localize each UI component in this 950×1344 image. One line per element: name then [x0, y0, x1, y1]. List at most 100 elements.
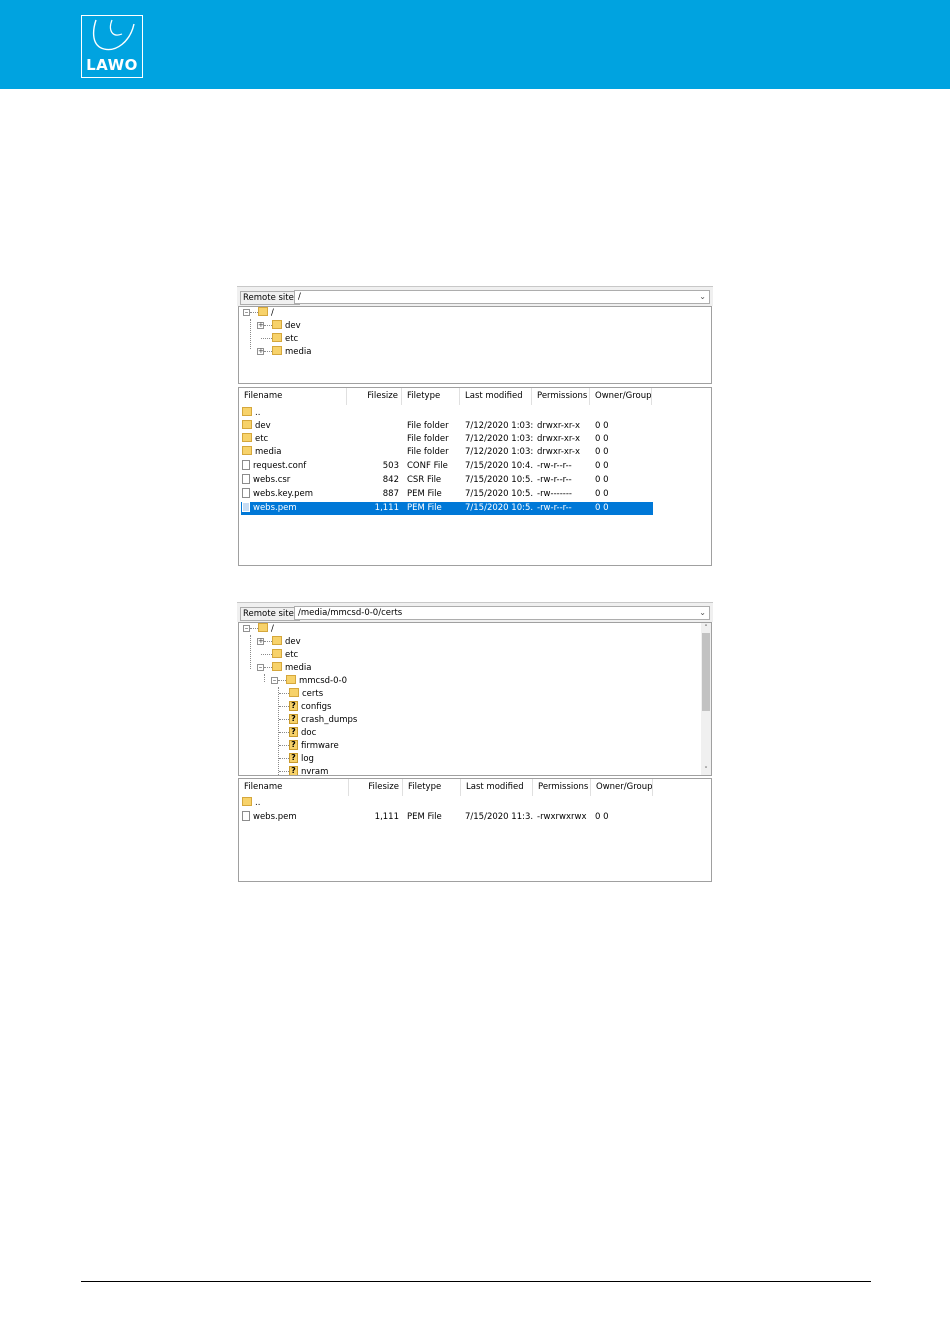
tree-connector: [250, 319, 251, 349]
file-name: request.conf: [253, 461, 307, 471]
tree-node-media[interactable]: – media: [257, 662, 311, 675]
column-header-owner-group[interactable]: Owner/Group: [590, 388, 652, 405]
tree-node-label: etc: [285, 334, 299, 344]
expand-icon[interactable]: +: [257, 348, 264, 355]
table-row[interactable]: media File folder 7/12/2020 1:03:... drw…: [241, 446, 653, 459]
file-name: dev: [255, 421, 271, 431]
column-header-last-modified[interactable]: Last modified: [461, 779, 533, 796]
folder-icon: [242, 433, 252, 442]
tree-node-label: mmcsd-0-0: [299, 676, 348, 686]
table-row[interactable]: webs.key.pem 887 PEM File 7/15/2020 10:5…: [241, 488, 653, 501]
tree-node-root[interactable]: – /: [243, 307, 274, 320]
tree-dots: [279, 771, 289, 772]
tree-node-firmware[interactable]: ? firmware: [279, 739, 339, 753]
tree-node-configs[interactable]: ? configs: [279, 700, 331, 714]
expand-icon[interactable]: +: [257, 322, 264, 329]
table-row-selected[interactable]: webs.pem 1,111 PEM File 7/15/2020 10:5..…: [241, 502, 653, 515]
remote-site-path-value: /media/mmcsd-0-0/certs: [298, 608, 403, 618]
tree-node-label: firmware: [301, 741, 339, 751]
tree-node-media[interactable]: + media: [257, 346, 311, 359]
folder-icon: [272, 636, 282, 645]
file-permissions: -rw-------: [537, 489, 572, 499]
table-row[interactable]: request.conf 503 CONF File 7/15/2020 10:…: [241, 460, 653, 473]
tree-node-etc[interactable]: etc: [261, 649, 298, 662]
tree-node-label: doc: [301, 728, 317, 738]
tree-scrollbar[interactable]: ˄ ˅: [701, 623, 711, 775]
tree-node-doc[interactable]: ? doc: [279, 726, 317, 740]
remote-site-label: Remote site:: [240, 607, 300, 621]
expand-icon[interactable]: +: [257, 638, 264, 645]
table-row[interactable]: ..: [241, 797, 653, 810]
table-row[interactable]: ..: [241, 407, 653, 420]
collapse-icon[interactable]: –: [243, 625, 250, 632]
tree-node-label: /: [271, 624, 274, 634]
column-header-filetype[interactable]: Filetype: [402, 388, 460, 405]
folder-icon: [242, 420, 252, 429]
collapse-icon[interactable]: –: [257, 664, 264, 671]
scroll-thumb[interactable]: [702, 633, 710, 711]
scroll-up-icon[interactable]: ˄: [701, 623, 711, 633]
tree-node-dev[interactable]: + dev: [257, 320, 301, 333]
remote-site-path-input[interactable]: / ⌄: [294, 290, 710, 304]
table-row[interactable]: webs.csr 842 CSR File 7/15/2020 10:5... …: [241, 474, 653, 487]
file-modified: 7/15/2020 10:5...: [465, 475, 533, 485]
tree-node-nvram[interactable]: ? nvram: [279, 765, 329, 776]
unknown-folder-icon: ?: [289, 739, 298, 750]
file-type: PEM File: [407, 503, 442, 513]
file-owner: 0 0: [595, 489, 609, 499]
tree-node-dev[interactable]: + dev: [257, 636, 301, 649]
collapse-icon[interactable]: –: [271, 677, 278, 684]
file-size: 887: [382, 489, 399, 499]
tree-node-root[interactable]: – /: [243, 623, 274, 636]
tree-node-label: /: [271, 308, 274, 318]
table-row[interactable]: webs.pem 1,111 PEM File 7/15/2020 11:3..…: [241, 811, 653, 824]
column-header-filesize[interactable]: Filesize: [347, 388, 402, 405]
scroll-down-icon[interactable]: ˅: [701, 765, 711, 775]
collapse-icon[interactable]: –: [243, 309, 250, 316]
tree-node-label: log: [301, 754, 314, 764]
remote-site-panel-top: Remote site: / ⌄ – / + dev etc + media ^ Fi…: [237, 286, 713, 566]
remote-site-bar: Remote site: /media/mmcsd-0-0/certs ⌄: [237, 602, 713, 622]
file-type: File folder: [407, 447, 449, 457]
file-size: 1,111: [374, 812, 399, 822]
logo-swoosh-icon: [92, 19, 135, 51]
folder-icon: [289, 688, 299, 697]
tree-node-label: dev: [285, 321, 301, 331]
file-size: 503: [382, 461, 399, 471]
tree-node-etc[interactable]: etc: [261, 333, 298, 346]
file-permissions: drwxr-xr-x: [537, 421, 580, 431]
remote-file-list: ^ Filename Filesize Filetype Last modifi…: [238, 778, 712, 882]
file-permissions: drwxr-xr-x: [537, 434, 580, 444]
column-header-filetype[interactable]: Filetype: [403, 779, 461, 796]
tree-node-crash-dumps[interactable]: ? crash_dumps: [279, 713, 357, 727]
file-owner: 0 0: [595, 461, 609, 471]
file-name: webs.pem: [253, 503, 297, 513]
file-name: ..: [255, 408, 261, 418]
column-header-permissions[interactable]: Permissions: [533, 779, 591, 796]
column-header-filename[interactable]: Filename: [239, 779, 349, 796]
lawo-logo: LAWO: [81, 15, 143, 78]
column-header-filesize[interactable]: Filesize: [349, 779, 403, 796]
tree-node-label: nvram: [301, 767, 329, 776]
footer-rule: [81, 1281, 871, 1282]
unknown-folder-icon: ?: [289, 713, 298, 724]
column-header-last-modified[interactable]: Last modified: [460, 388, 532, 405]
column-header-permissions[interactable]: Permissions: [532, 388, 590, 405]
file-owner: 0 0: [595, 447, 609, 457]
chevron-down-icon[interactable]: ⌄: [699, 607, 706, 619]
table-row[interactable]: etc File folder 7/12/2020 1:03:... drwxr…: [241, 433, 653, 446]
tree-node-log[interactable]: ? log: [279, 752, 314, 766]
table-row[interactable]: dev File folder 7/12/2020 1:03:... drwxr…: [241, 420, 653, 433]
tree-node-mmcsd-0-0[interactable]: – mmcsd-0-0: [271, 675, 347, 688]
column-header-filename[interactable]: Filename: [239, 388, 347, 405]
chevron-down-icon[interactable]: ⌄: [699, 291, 706, 303]
file-permissions: -rw-r--r--: [537, 503, 572, 513]
file-owner: 0 0: [595, 475, 609, 485]
column-header-owner-group[interactable]: Owner/Group: [591, 779, 653, 796]
remote-directory-tree: – / + dev etc – media – mmcsd-0-0 certs ? con…: [238, 622, 712, 776]
remote-site-path-input[interactable]: /media/mmcsd-0-0/certs ⌄: [294, 606, 710, 620]
tree-dots: [264, 641, 272, 642]
tree-node-label: media: [285, 663, 312, 673]
remote-site-path-value: /: [298, 292, 301, 302]
tree-node-certs[interactable]: certs: [279, 688, 323, 701]
